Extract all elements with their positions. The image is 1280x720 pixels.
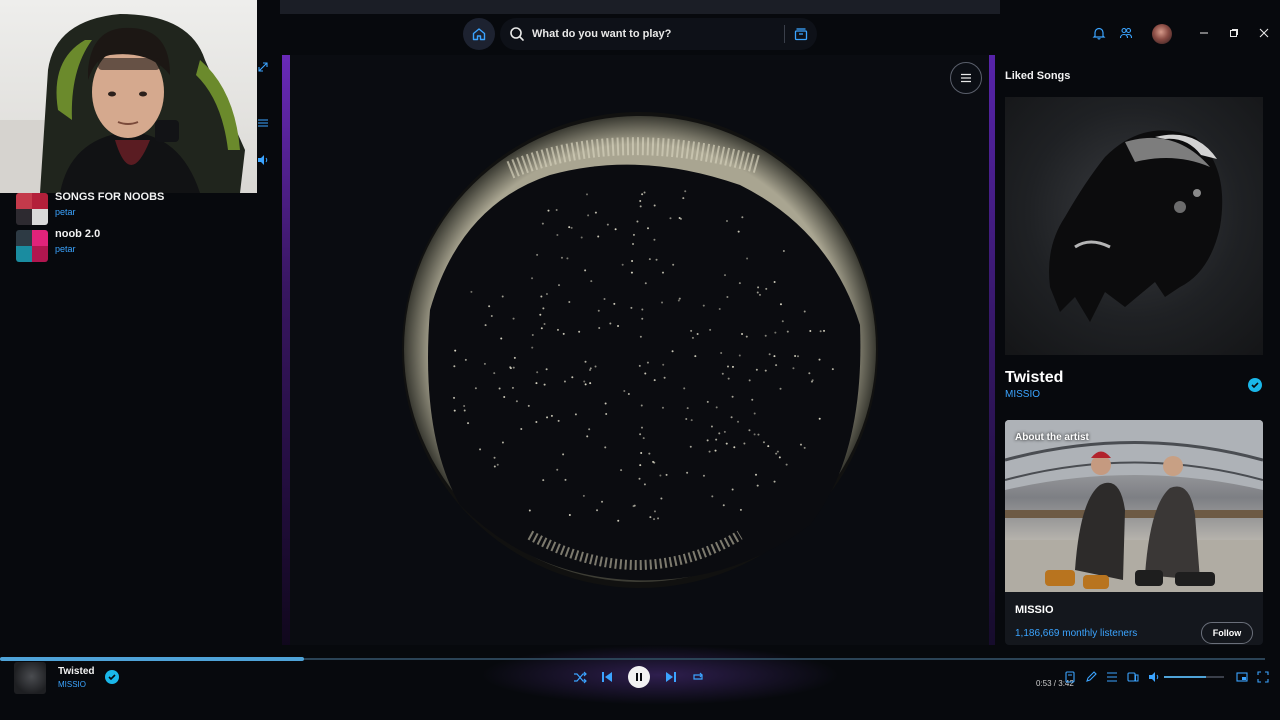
menu-button[interactable] xyxy=(950,62,982,94)
list-icon[interactable] xyxy=(256,116,270,130)
fullscreen-icon[interactable] xyxy=(1254,668,1272,686)
volume-icon[interactable] xyxy=(1145,668,1163,686)
visualizer-area xyxy=(290,55,990,645)
song-title[interactable]: Twisted xyxy=(1005,369,1063,387)
search-divider xyxy=(784,25,785,43)
liked-check-icon[interactable] xyxy=(1248,378,1262,392)
expand-icon[interactable] xyxy=(256,60,270,74)
progress-fill[interactable] xyxy=(0,657,304,661)
search-bar[interactable]: What do you want to play? xyxy=(500,18,817,50)
playlist-cover xyxy=(16,193,48,225)
browse-icon[interactable] xyxy=(791,24,811,44)
elapsed-time: 0:53 xyxy=(1036,679,1052,688)
previous-icon[interactable] xyxy=(598,668,616,686)
liked-check-icon[interactable] xyxy=(105,670,119,684)
top-bar-band xyxy=(280,0,1000,14)
player-glow xyxy=(480,645,840,705)
pause-button[interactable] xyxy=(628,666,650,688)
home-icon xyxy=(472,28,486,41)
album-art xyxy=(1005,97,1263,355)
artist-name[interactable]: MISSIO xyxy=(1015,604,1054,616)
playlist-owner: petar xyxy=(55,244,76,254)
artist-photo xyxy=(1005,420,1263,592)
restore-icon[interactable] xyxy=(1227,26,1241,40)
playlist-item[interactable]: noob 2.0 petar xyxy=(14,228,274,266)
menu-icon xyxy=(961,73,971,83)
search-input[interactable]: What do you want to play? xyxy=(532,28,772,40)
now-playing-cover[interactable] xyxy=(14,662,46,694)
visualizer-sphere xyxy=(402,112,878,588)
volume-fill[interactable] xyxy=(1164,676,1206,678)
about-artist-card[interactable]: About the artist MISSIO 1,186,669 monthl… xyxy=(1005,420,1263,645)
pause-icon xyxy=(636,673,642,681)
song-artist[interactable]: MISSIO xyxy=(1005,389,1040,400)
sidebar-resize-strip[interactable] xyxy=(282,55,290,645)
webcam-overlay xyxy=(0,0,257,193)
repeat-icon[interactable] xyxy=(689,668,707,686)
playlist-owner: petar xyxy=(55,207,76,217)
panel-title: Liked Songs xyxy=(1005,70,1071,82)
lyrics-icon[interactable] xyxy=(1061,668,1079,686)
follow-button[interactable]: Follow xyxy=(1201,622,1253,644)
search-icon xyxy=(508,25,526,43)
avatar[interactable] xyxy=(1152,24,1172,44)
devices-icon[interactable] xyxy=(1124,668,1142,686)
playlist-cover xyxy=(16,230,48,262)
bell-icon[interactable] xyxy=(1091,25,1107,41)
playlist-item[interactable]: SONGS FOR NOOBS petar xyxy=(14,191,274,229)
minimize-icon[interactable] xyxy=(1197,26,1211,40)
playlist-name: SONGS FOR NOOBS xyxy=(55,191,165,203)
playlist-name: noob 2.0 xyxy=(55,228,101,240)
monthly-listeners: 1,186,669 monthly listeners xyxy=(1015,628,1138,639)
now-playing-artist[interactable]: MISSIO xyxy=(58,680,86,689)
close-icon[interactable] xyxy=(1257,26,1271,40)
queue-icon[interactable] xyxy=(1103,668,1121,686)
shuffle-icon[interactable] xyxy=(571,668,589,686)
mini-player-icon[interactable] xyxy=(1233,668,1251,686)
about-artist-label: About the artist xyxy=(1015,432,1089,443)
home-button[interactable] xyxy=(463,18,495,50)
next-icon[interactable] xyxy=(662,668,680,686)
library-sidebar: SONGS FOR NOOBS petar noob 2.0 petar xyxy=(0,191,282,645)
friends-icon[interactable] xyxy=(1118,25,1134,41)
speaker-icon xyxy=(256,153,270,167)
now-playing-title[interactable]: Twisted xyxy=(58,666,94,677)
pencil-icon[interactable] xyxy=(1082,668,1100,686)
